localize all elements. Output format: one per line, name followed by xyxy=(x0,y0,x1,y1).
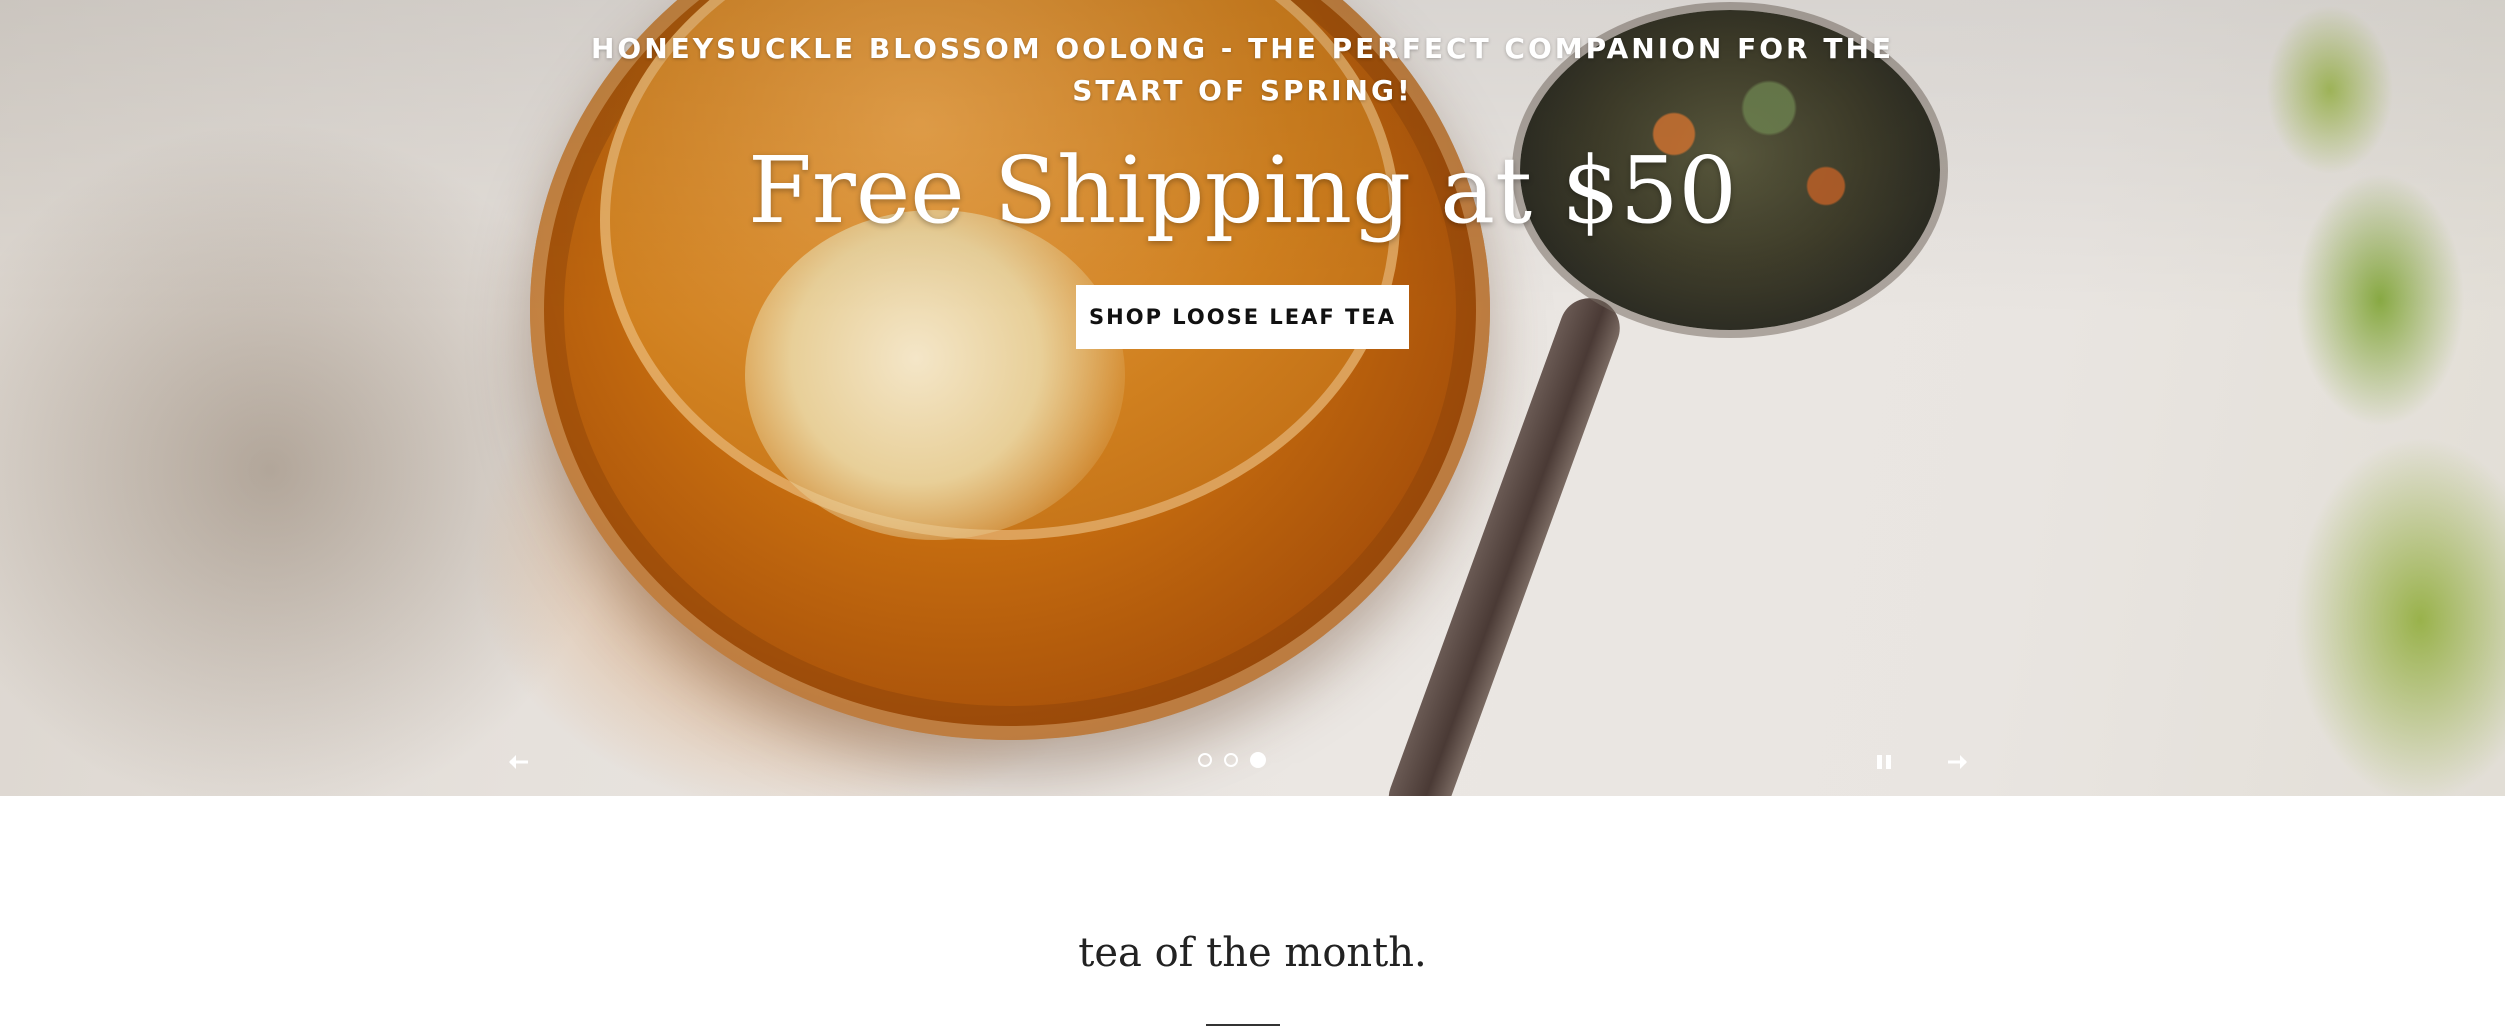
slide-dot-3[interactable] xyxy=(1250,752,1266,768)
slideshow-prev-button[interactable] xyxy=(496,740,540,784)
slideshow-dots xyxy=(1198,748,1266,772)
slideshow-next-button[interactable] xyxy=(1936,740,1980,784)
arrow-left-icon xyxy=(509,755,528,769)
hero-headline: Free Shipping at $50 xyxy=(748,137,1737,244)
slide-dot-2[interactable] xyxy=(1224,753,1238,767)
hero-subheading: HONEYSUCKLE BLOSSOM OOLONG - THE PERFECT… xyxy=(590,32,1895,107)
section-divider xyxy=(1206,1024,1280,1026)
hero-slideshow: HONEYSUCKLE BLOSSOM OOLONG - THE PERFECT… xyxy=(0,0,2505,796)
section-title: tea of the month. xyxy=(1078,930,1427,976)
hero-overlay xyxy=(0,0,2505,796)
slideshow-pause-button[interactable] xyxy=(1864,742,1904,782)
slide-dot-1[interactable] xyxy=(1198,753,1212,767)
shop-loose-leaf-tea-button[interactable]: SHOP LOOSE LEAF TEA xyxy=(1076,285,1409,349)
arrow-right-icon xyxy=(1948,755,1967,769)
pause-icon xyxy=(1877,755,1882,769)
